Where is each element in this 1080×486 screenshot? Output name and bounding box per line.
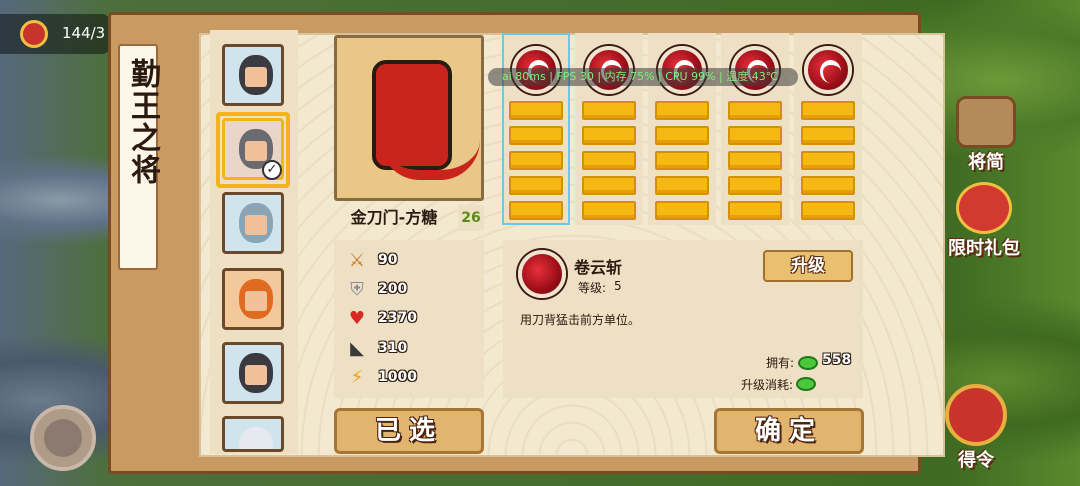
guard-skill-icon[interactable]	[804, 46, 852, 94]
resource-badge-icon	[20, 20, 48, 48]
book-icon	[956, 96, 1016, 148]
hero-portrait-4[interactable]	[222, 268, 284, 330]
skill-level-bar	[728, 176, 782, 195]
skill-level-bar	[655, 151, 709, 170]
skill-level-bar	[728, 151, 782, 170]
owned-value: 558	[822, 352, 852, 368]
heart-icon: ♥	[348, 308, 366, 329]
boot-icon: ◣	[350, 338, 364, 359]
skill-level-bar	[582, 151, 636, 170]
skill-level-bar	[509, 101, 563, 120]
upgrade-button[interactable]: 升级	[763, 250, 853, 282]
skill-level-bar	[801, 101, 855, 120]
skill-level-bar	[582, 126, 636, 145]
performance-overlay: ai 80ms | FPS 30 | 内存 75% | CPU 99% | 温度…	[488, 68, 798, 86]
jade-gem-icon	[798, 356, 818, 370]
skill-level-bar	[801, 176, 855, 195]
skill-level-bar	[728, 201, 782, 220]
skill-level-bar	[509, 151, 563, 170]
hero-level: 26	[458, 205, 484, 231]
dialog-title: 勤王之将	[125, 58, 160, 186]
hero-portrait-1[interactable]	[222, 44, 284, 106]
hero-head-icon	[239, 427, 273, 449]
selected-button[interactable]: 已选	[334, 408, 484, 454]
skill-level-bar	[655, 201, 709, 220]
skill-level-bar	[801, 201, 855, 220]
sword-icon: ⚔	[348, 250, 366, 271]
lightning-icon: ⚡	[350, 367, 364, 388]
skill-level-bar	[728, 101, 782, 120]
selected-check-icon: ✓	[262, 160, 282, 180]
jade-gem-icon	[796, 377, 816, 391]
hero-portrait-3[interactable]	[222, 192, 284, 254]
limited-gift-label: 限时礼包	[948, 238, 1020, 259]
skill-name: 卷云斩	[574, 258, 623, 277]
skill-level-bar	[509, 176, 563, 195]
skill-level-bar	[655, 101, 709, 120]
skill-level-bar	[801, 151, 855, 170]
skill-level-bar	[582, 101, 636, 120]
skill-level-bar	[509, 126, 563, 145]
upgrade-cost-label: 升级消耗:	[741, 378, 794, 392]
hero-portrait-6[interactable]	[222, 416, 284, 452]
gift-pack-icon	[956, 182, 1012, 234]
owned-label: 拥有:	[766, 356, 795, 370]
dpad-control[interactable]	[30, 405, 96, 471]
skill-level-bar	[728, 126, 782, 145]
skill-level-bar	[655, 176, 709, 195]
skill-level-bar	[801, 126, 855, 145]
command-button[interactable]: 得令	[938, 384, 1014, 472]
skill-level-label: 等级:	[578, 281, 607, 295]
hero-book-label: 将简	[968, 152, 1004, 173]
skill-level-bar	[655, 126, 709, 145]
skill-level-value: 5	[614, 279, 622, 293]
skill-level-bar	[509, 201, 563, 220]
command-seal-icon	[945, 384, 1007, 446]
skill-description: 用刀背猛击前方单位。	[520, 313, 641, 327]
hero-name: 金刀门-方糖	[350, 208, 438, 227]
hero-portrait-5[interactable]	[222, 342, 284, 404]
selected-skill-icon	[518, 250, 566, 298]
hero-book-button[interactable]: 将简	[948, 96, 1024, 174]
limited-gift-button[interactable]: 限时礼包	[946, 182, 1022, 260]
shield-icon: ⛨	[350, 279, 364, 300]
skill-level-bar	[582, 176, 636, 195]
skill-level-bar	[582, 201, 636, 220]
command-label: 得令	[958, 450, 994, 471]
confirm-button[interactable]: 确定	[714, 408, 864, 454]
dialog-title-scroll: 勤王之将	[118, 44, 160, 270]
resource-count: 144/3	[62, 24, 106, 42]
resource-bar: 144/3	[0, 14, 110, 54]
